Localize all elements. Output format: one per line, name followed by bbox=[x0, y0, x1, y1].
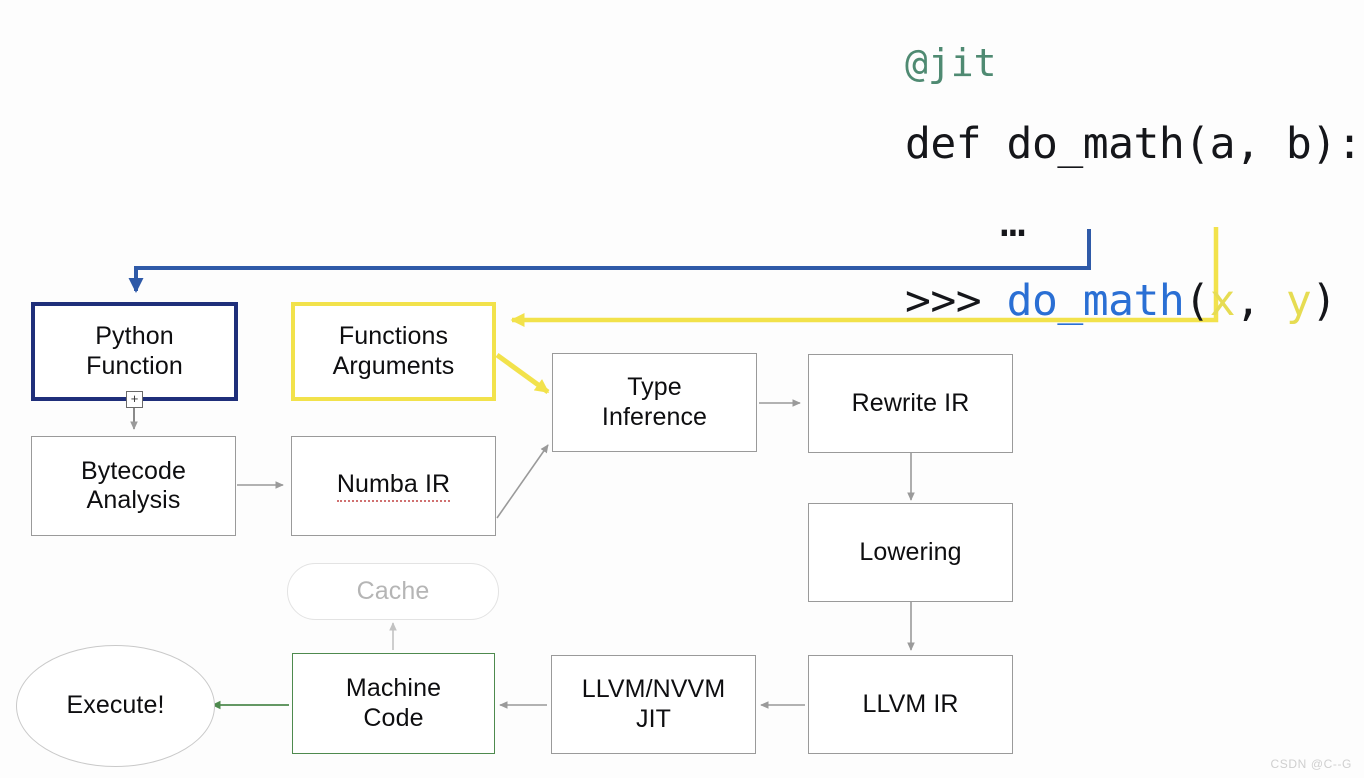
node-llvm-nvvm-jit-label-line1: LLVM/NVVM bbox=[582, 675, 726, 705]
code-open-paren: ( bbox=[1184, 276, 1209, 326]
edge-numba-ir-to-type-inference bbox=[497, 445, 548, 518]
node-machine-code-label-line1: Machine bbox=[346, 674, 441, 704]
code-call-function-name: do_math bbox=[1007, 276, 1185, 326]
code-prompt: >>> bbox=[905, 276, 1007, 326]
node-python-function-label-line1: Python bbox=[95, 322, 173, 352]
node-type-inference[interactable]: Type Inference bbox=[552, 353, 757, 452]
node-type-inference-label-line1: Type bbox=[627, 373, 682, 403]
collapse-toggle-icon[interactable]: + bbox=[126, 391, 143, 408]
node-bytecode-analysis-label-line1: Bytecode bbox=[81, 457, 186, 487]
node-functions-arguments-label-line1: Functions bbox=[339, 322, 448, 352]
node-functions-arguments[interactable]: Functions Arguments bbox=[291, 302, 496, 401]
node-type-inference-label-line2: Inference bbox=[602, 403, 707, 433]
node-machine-code-label-line2: Code bbox=[363, 704, 423, 734]
node-numba-ir[interactable]: Numba IR bbox=[291, 436, 496, 536]
node-numba-ir-label: Numba IR bbox=[337, 470, 450, 503]
node-llvm-nvvm-jit-label-line2: JIT bbox=[636, 705, 671, 735]
code-snippet: @jit def do_math(a, b): … >>> do_math(x,… bbox=[905, 6, 1360, 360]
node-python-function-label-line2: Function bbox=[86, 352, 183, 382]
node-llvm-nvvm-jit[interactable]: LLVM/NVVM JIT bbox=[551, 655, 756, 754]
node-rewrite-ir-label: Rewrite IR bbox=[852, 389, 970, 419]
diagram-canvas: @jit def do_math(a, b): … >>> do_math(x,… bbox=[0, 0, 1364, 778]
node-execute-label: Execute! bbox=[66, 691, 164, 721]
edge-functions-arguments-to-type-inference bbox=[497, 355, 548, 392]
code-close-paren: ) bbox=[1311, 276, 1336, 326]
node-cache-label: Cache bbox=[357, 577, 430, 607]
node-bytecode-analysis-label-line2: Analysis bbox=[87, 486, 181, 516]
node-lowering-label: Lowering bbox=[859, 538, 961, 568]
code-call-line: >>> do_math(x, y) bbox=[905, 277, 1360, 325]
node-llvm-ir-label: LLVM IR bbox=[862, 690, 958, 720]
code-arg-y: y bbox=[1286, 276, 1311, 326]
code-decorator: @jit bbox=[905, 42, 1360, 85]
node-llvm-ir[interactable]: LLVM IR bbox=[808, 655, 1013, 754]
node-lowering[interactable]: Lowering bbox=[808, 503, 1013, 602]
code-def-line: def do_math(a, b): bbox=[905, 120, 1360, 168]
node-bytecode-analysis[interactable]: Bytecode Analysis bbox=[31, 436, 236, 536]
node-rewrite-ir[interactable]: Rewrite IR bbox=[808, 354, 1013, 453]
node-cache[interactable]: Cache bbox=[287, 563, 499, 620]
code-ellipsis: … bbox=[905, 204, 1360, 241]
node-functions-arguments-label-line2: Arguments bbox=[333, 352, 455, 382]
node-execute[interactable]: Execute! bbox=[16, 645, 215, 767]
node-python-function[interactable]: Python Function bbox=[31, 302, 238, 401]
code-arg-x: x bbox=[1210, 276, 1235, 326]
watermark: CSDN @C--G bbox=[1270, 757, 1352, 771]
code-arg-separator: , bbox=[1235, 276, 1286, 326]
node-machine-code[interactable]: Machine Code bbox=[292, 653, 495, 754]
